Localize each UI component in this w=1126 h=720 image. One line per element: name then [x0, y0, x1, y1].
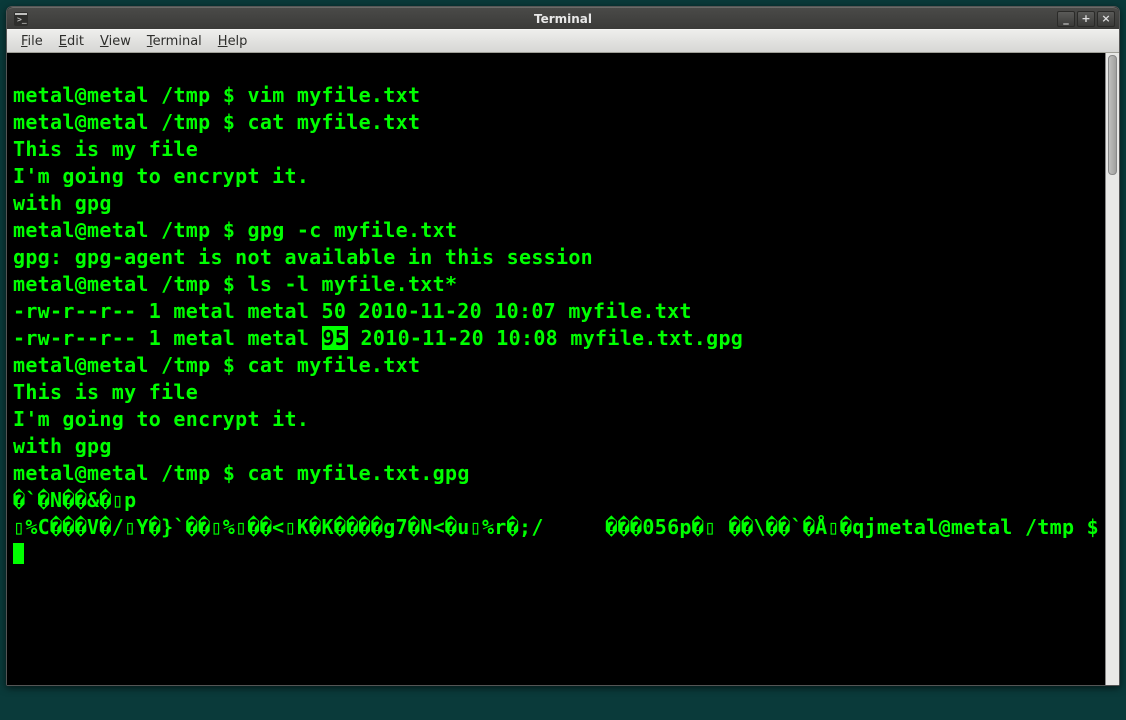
prompt-line: metal@metal /tmp $ cat myfile.txt [13, 353, 420, 377]
cursor [13, 543, 24, 564]
terminal-body[interactable]: metal@metal /tmp $ vim myfile.txt metal@… [7, 53, 1119, 685]
terminal-content[interactable]: metal@metal /tmp $ vim myfile.txt metal@… [7, 53, 1105, 597]
output-line: with gpg [13, 434, 112, 458]
output-line: I'm going to encrypt it. [13, 164, 309, 188]
scrollbar[interactable] [1105, 53, 1119, 685]
output-line: with gpg [13, 191, 112, 215]
command: cat myfile.txt [248, 353, 421, 377]
command: cat myfile.txt.gpg [248, 461, 470, 485]
output-line: I'm going to encrypt it. [13, 407, 309, 431]
scrollbar-thumb[interactable] [1108, 55, 1117, 175]
ls-row: -rw-r--r-- 1 metal metal 50 2010-11-20 1… [13, 299, 692, 323]
titlebar[interactable]: >_ Terminal _ + × [7, 7, 1119, 29]
prompt-line: metal@metal /tmp $ cat myfile.txt.gpg [13, 461, 470, 485]
command: gpg -c myfile.txt [248, 218, 458, 242]
window-controls: _ + × [1057, 11, 1115, 27]
ls-row: -rw-r--r-- 1 metal metal 95 2010-11-20 1… [13, 326, 743, 350]
close-button[interactable]: × [1097, 11, 1115, 27]
prompt-line: metal@metal /tmp $ gpg -c myfile.txt [13, 218, 457, 242]
menu-view[interactable]: View [92, 32, 139, 51]
command: cat myfile.txt [248, 110, 421, 134]
menu-file[interactable]: File [13, 32, 51, 51]
highlighted-size: 95 [322, 326, 349, 350]
binary-output: ▯%C���V�/▯Y�}`��▯%▯��<▯K�K����g7�N<�u▯%r… [13, 515, 1105, 566]
command: vim myfile.txt [248, 83, 421, 107]
binary-output: �`�N��&�▯p [13, 488, 136, 512]
prompt-line: metal@metal /tmp $ vim myfile.txt [13, 83, 420, 107]
menu-terminal[interactable]: Terminal [139, 32, 210, 51]
prompt-line: metal@metal /tmp $ cat myfile.txt [13, 110, 420, 134]
minimize-button[interactable]: _ [1057, 11, 1075, 27]
command: ls -l myfile.txt* [248, 272, 458, 296]
menubar: File Edit View Terminal Help [7, 29, 1119, 53]
prompt-wrapped: metal@metal /tmp $ [877, 515, 1105, 539]
svg-text:>_: >_ [17, 15, 27, 24]
output-line: This is my file [13, 137, 198, 161]
prompt-line: metal@metal /tmp $ ls -l myfile.txt* [13, 272, 457, 296]
output-line: This is my file [13, 380, 198, 404]
terminal-window: >_ Terminal _ + × File Edit View Termina… [6, 6, 1120, 686]
window-title: Terminal [534, 12, 592, 26]
output-line: gpg: gpg-agent is not available in this … [13, 245, 593, 269]
prompt-path: /tmp [161, 83, 210, 107]
menu-edit[interactable]: Edit [51, 32, 92, 51]
app-icon: >_ [13, 11, 29, 27]
prompt-userhost: metal@metal [13, 83, 149, 107]
maximize-button[interactable]: + [1077, 11, 1095, 27]
prompt-symbol: $ [223, 83, 235, 107]
menu-help[interactable]: Help [210, 32, 256, 51]
